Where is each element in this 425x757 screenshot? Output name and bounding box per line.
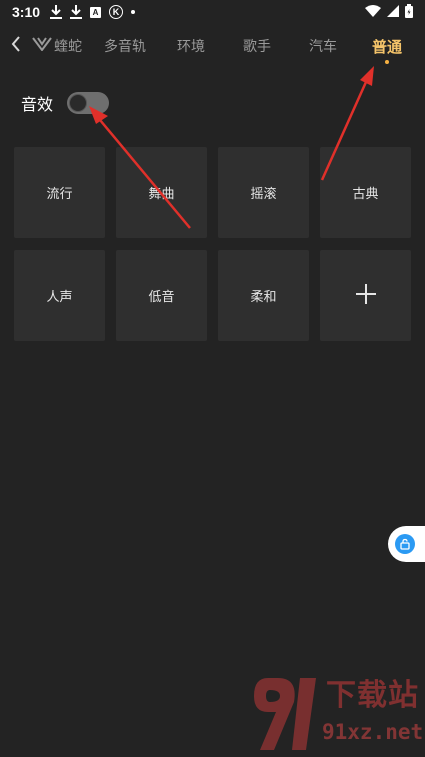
preset-dance[interactable]: 舞曲	[116, 147, 207, 238]
preset-label: 柔和	[250, 290, 277, 305]
tab-environment[interactable]: 环境	[158, 26, 224, 66]
watermark-text: 下载站	[326, 678, 419, 713]
tab-label: 汽车	[309, 39, 337, 55]
tab-normal[interactable]: 普通	[356, 26, 418, 66]
status-bar: 3:10 A K	[0, 0, 425, 24]
signal-icon	[387, 4, 399, 20]
toggle-knob	[69, 94, 88, 112]
download-icon	[50, 5, 63, 19]
effect-tab-bar: 蝰蛇 多音轨 环境 歌手 汽车 普通	[0, 26, 425, 66]
back-button[interactable]	[0, 26, 32, 66]
lock-icon	[395, 534, 415, 554]
preset-soft[interactable]: 柔和	[218, 250, 309, 341]
91-logo	[254, 678, 316, 750]
preset-bass[interactable]: 低音	[116, 250, 207, 341]
wifi-icon	[365, 4, 381, 20]
preset-classical[interactable]: 古典	[320, 147, 411, 238]
preset-label: 舞曲	[148, 187, 175, 202]
tab-viper[interactable]: 蝰蛇	[32, 26, 92, 66]
tab-multitrack[interactable]: 多音轨	[92, 26, 158, 66]
active-tab-indicator	[385, 60, 389, 64]
k-circle-icon: K	[109, 5, 124, 19]
tab-car[interactable]: 汽车	[290, 26, 356, 66]
plus-icon	[355, 283, 377, 309]
watermark: 下载站 91xz.net	[250, 668, 424, 754]
tab-label: 普通	[371, 37, 402, 56]
tab-label: 歌手	[243, 39, 271, 55]
tab-singer[interactable]: 歌手	[224, 26, 290, 66]
preset-label: 古典	[352, 187, 379, 202]
tab-label: 环境	[177, 39, 205, 55]
preset-label: 低音	[148, 290, 175, 305]
preset-rock[interactable]: 摇滚	[218, 147, 309, 238]
preset-label: 摇滚	[250, 187, 277, 202]
dot-icon	[131, 10, 136, 14]
a-badge-icon: A	[90, 6, 102, 18]
sound-effect-label: 音效	[21, 95, 54, 114]
preset-grid: 流行 舞曲 摇滚 古典 人声 低音 柔和	[14, 147, 412, 341]
preset-vocal[interactable]: 人声	[14, 250, 105, 341]
sound-effect-row: 音效	[21, 90, 110, 116]
chevron-left-icon	[11, 36, 21, 56]
tab-label: 蝰蛇	[54, 39, 82, 55]
add-preset-button[interactable]	[320, 250, 411, 341]
download-icon	[70, 5, 83, 19]
preset-pop[interactable]: 流行	[14, 147, 105, 238]
watermark-url: 91xz.net	[322, 720, 424, 744]
floating-lock-button[interactable]	[388, 526, 425, 562]
sound-effect-toggle[interactable]	[67, 92, 110, 114]
battery-icon	[405, 3, 413, 21]
viper-logo-icon	[32, 37, 54, 55]
preset-label: 人声	[46, 290, 73, 305]
tab-label: 多音轨	[104, 39, 146, 55]
preset-label: 流行	[46, 187, 73, 202]
status-time: 3:10	[12, 4, 41, 20]
